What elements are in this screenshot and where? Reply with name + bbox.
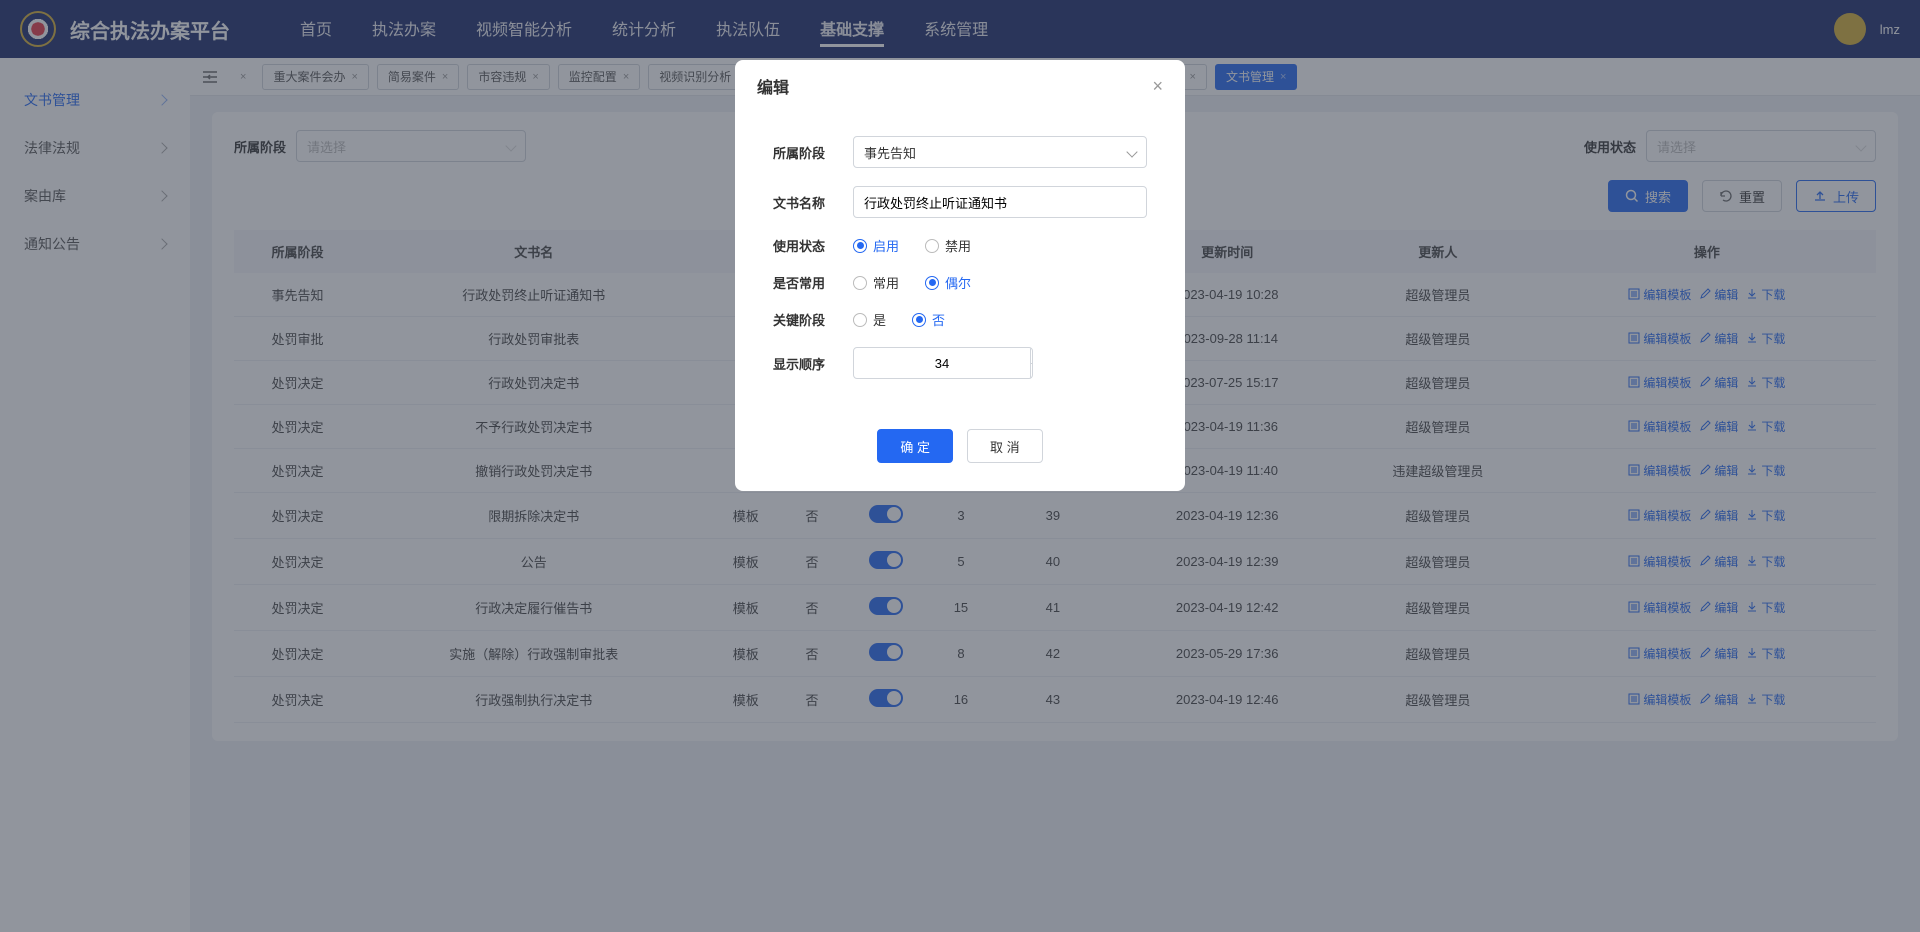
field-key-label: 关键阶段 <box>773 310 853 329</box>
field-order-label: 显示顺序 <box>773 354 853 373</box>
radio-common-rare[interactable]: 偶尔 <box>925 273 971 292</box>
field-stage-select[interactable]: 事先告知 <box>853 136 1147 168</box>
field-order-stepper[interactable] <box>853 347 1033 379</box>
field-stage-label: 所属阶段 <box>773 143 853 162</box>
edit-modal: 编辑 × 所属阶段 事先告知 文书名称 使用状态 启用 禁用 <box>735 60 1185 491</box>
stepper-up-icon[interactable] <box>1031 347 1033 363</box>
stepper-down-icon[interactable] <box>1031 363 1033 379</box>
close-icon[interactable]: × <box>1152 76 1163 97</box>
radio-status-disable[interactable]: 禁用 <box>925 236 971 255</box>
cancel-button[interactable]: 取 消 <box>967 429 1043 463</box>
radio-key-yes[interactable]: 是 <box>853 310 886 329</box>
field-common-label: 是否常用 <box>773 273 853 292</box>
radio-key-no[interactable]: 否 <box>912 310 945 329</box>
radio-common-often[interactable]: 常用 <box>853 273 899 292</box>
field-name-label: 文书名称 <box>773 193 853 212</box>
confirm-button[interactable]: 确 定 <box>877 429 953 463</box>
field-order-input[interactable] <box>854 356 1030 371</box>
field-status-label: 使用状态 <box>773 236 853 255</box>
radio-status-enable[interactable]: 启用 <box>853 236 899 255</box>
field-name-input[interactable] <box>853 186 1147 218</box>
modal-title: 编辑 <box>757 74 789 98</box>
